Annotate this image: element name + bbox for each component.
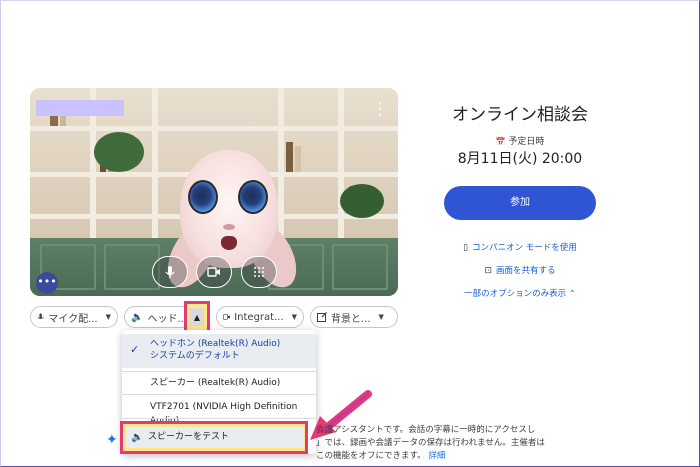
- share-screen-link[interactable]: ⊡ 画面を共有する: [430, 264, 610, 276]
- camera-device-label: Integrat...: [234, 311, 284, 323]
- shelf-board: [30, 126, 398, 131]
- camera-toggle-button[interactable]: [196, 256, 232, 288]
- rabbit-nose: [223, 224, 235, 230]
- other-options-label: 一部のオプションのみ表示: [464, 289, 567, 299]
- camera-icon: [223, 314, 230, 320]
- note-line: 会議アシスタントです。会話の字幕に一時的にアクセスし: [316, 425, 536, 435]
- mic-toggle-button[interactable]: [152, 256, 188, 288]
- menu-divider: [122, 371, 316, 372]
- sparkle-icon: ✦: [106, 432, 118, 448]
- speaker-option-sub: システムのデフォルト: [150, 351, 240, 361]
- background-effects-select[interactable]: 背景と... ▼: [310, 306, 398, 328]
- chevron-down-icon: ▼: [291, 313, 297, 321]
- rabbit-eye-left: [188, 180, 218, 214]
- background-edit-icon: [317, 312, 327, 322]
- speaker-device-label: ヘッド...: [147, 313, 187, 325]
- video-preview: ⋮ •••: [30, 88, 398, 296]
- share-screen-icon: ⊡: [484, 266, 493, 276]
- background-effects-label: 背景と...: [331, 313, 371, 325]
- companion-mode-link[interactable]: ▯ コンパニオン モードを使用: [430, 241, 610, 253]
- chevron-up-icon: ⌃: [568, 289, 576, 299]
- schedule-label: 📅 予定日時: [430, 134, 610, 147]
- sparkle-grid-icon: [254, 267, 264, 277]
- effects-menu-button[interactable]: •••: [36, 272, 58, 294]
- calendar-icon: 📅: [495, 137, 506, 146]
- speaker-icon: 🔈: [131, 432, 144, 443]
- test-speaker-button[interactable]: 🔈 スピーカーをテスト: [126, 427, 304, 448]
- cabinet-door: [332, 244, 388, 290]
- test-speaker-label: スピーカーをテスト: [148, 432, 230, 442]
- visual-effects-button[interactable]: [241, 256, 277, 288]
- mic-icon: [37, 312, 44, 319]
- assistant-note: 会議アシスタントです。会話の字幕に一時的にアクセスし 」では、録画や会議データの…: [316, 424, 556, 463]
- note-line: 」では、録画や会議データの保存は行われません。主催者は: [316, 438, 545, 448]
- camera-device-select[interactable]: Integrat... ▼: [216, 306, 304, 328]
- menu-divider: [122, 394, 316, 395]
- caret-up-icon: ▲: [193, 312, 201, 322]
- rabbit-mouth: [221, 236, 237, 250]
- meeting-title: オンライン相談会: [452, 105, 588, 125]
- speaker-option[interactable]: スピーカー (Realtek(R) Audio): [122, 376, 316, 390]
- companion-icon: ▯: [463, 243, 469, 253]
- note-line: この機能をオフにできます。 詳細: [316, 450, 556, 463]
- other-options-link[interactable]: 一部のオプションのみ表示 ⌃: [430, 287, 610, 299]
- speaker-dropdown-toggle[interactable]: ▲: [184, 301, 210, 333]
- mic-device-label: マイク配...: [48, 313, 98, 325]
- join-button[interactable]: 参加: [444, 186, 596, 220]
- camera-icon: [207, 267, 220, 277]
- book: [295, 146, 301, 172]
- mic-device-select[interactable]: マイク配... ▼: [30, 306, 118, 328]
- share-screen-label: 画面を共有する: [496, 266, 556, 276]
- note-line-text: この機能をオフにできます。: [316, 451, 426, 461]
- speaker-icon: 🔈: [131, 311, 144, 323]
- chevron-down-icon: ▼: [378, 313, 384, 321]
- more-options-icon[interactable]: ⋮: [372, 100, 388, 118]
- schedule-label-text: 予定日時: [508, 137, 545, 147]
- chevron-down-icon: ▼: [105, 313, 111, 321]
- details-link[interactable]: 詳細: [428, 451, 445, 461]
- participant-name-chip: [36, 100, 124, 116]
- companion-mode-label: コンパニオン モードを使用: [472, 243, 577, 253]
- menu-divider: [122, 418, 316, 419]
- check-icon: ✓: [130, 343, 140, 356]
- book: [286, 142, 293, 172]
- schedule-date: 8月11日(火) 20:00: [457, 151, 583, 167]
- mic-icon: [165, 266, 175, 278]
- plant: [94, 132, 144, 172]
- plant: [340, 184, 384, 218]
- speaker-option-selected[interactable]: ✓ ヘッドホン (Realtek(R) Audio) システムのデフォルト: [122, 334, 316, 368]
- rabbit-eye-right: [238, 180, 268, 214]
- speaker-option-name: ヘッドホン (Realtek(R) Audio): [150, 339, 281, 349]
